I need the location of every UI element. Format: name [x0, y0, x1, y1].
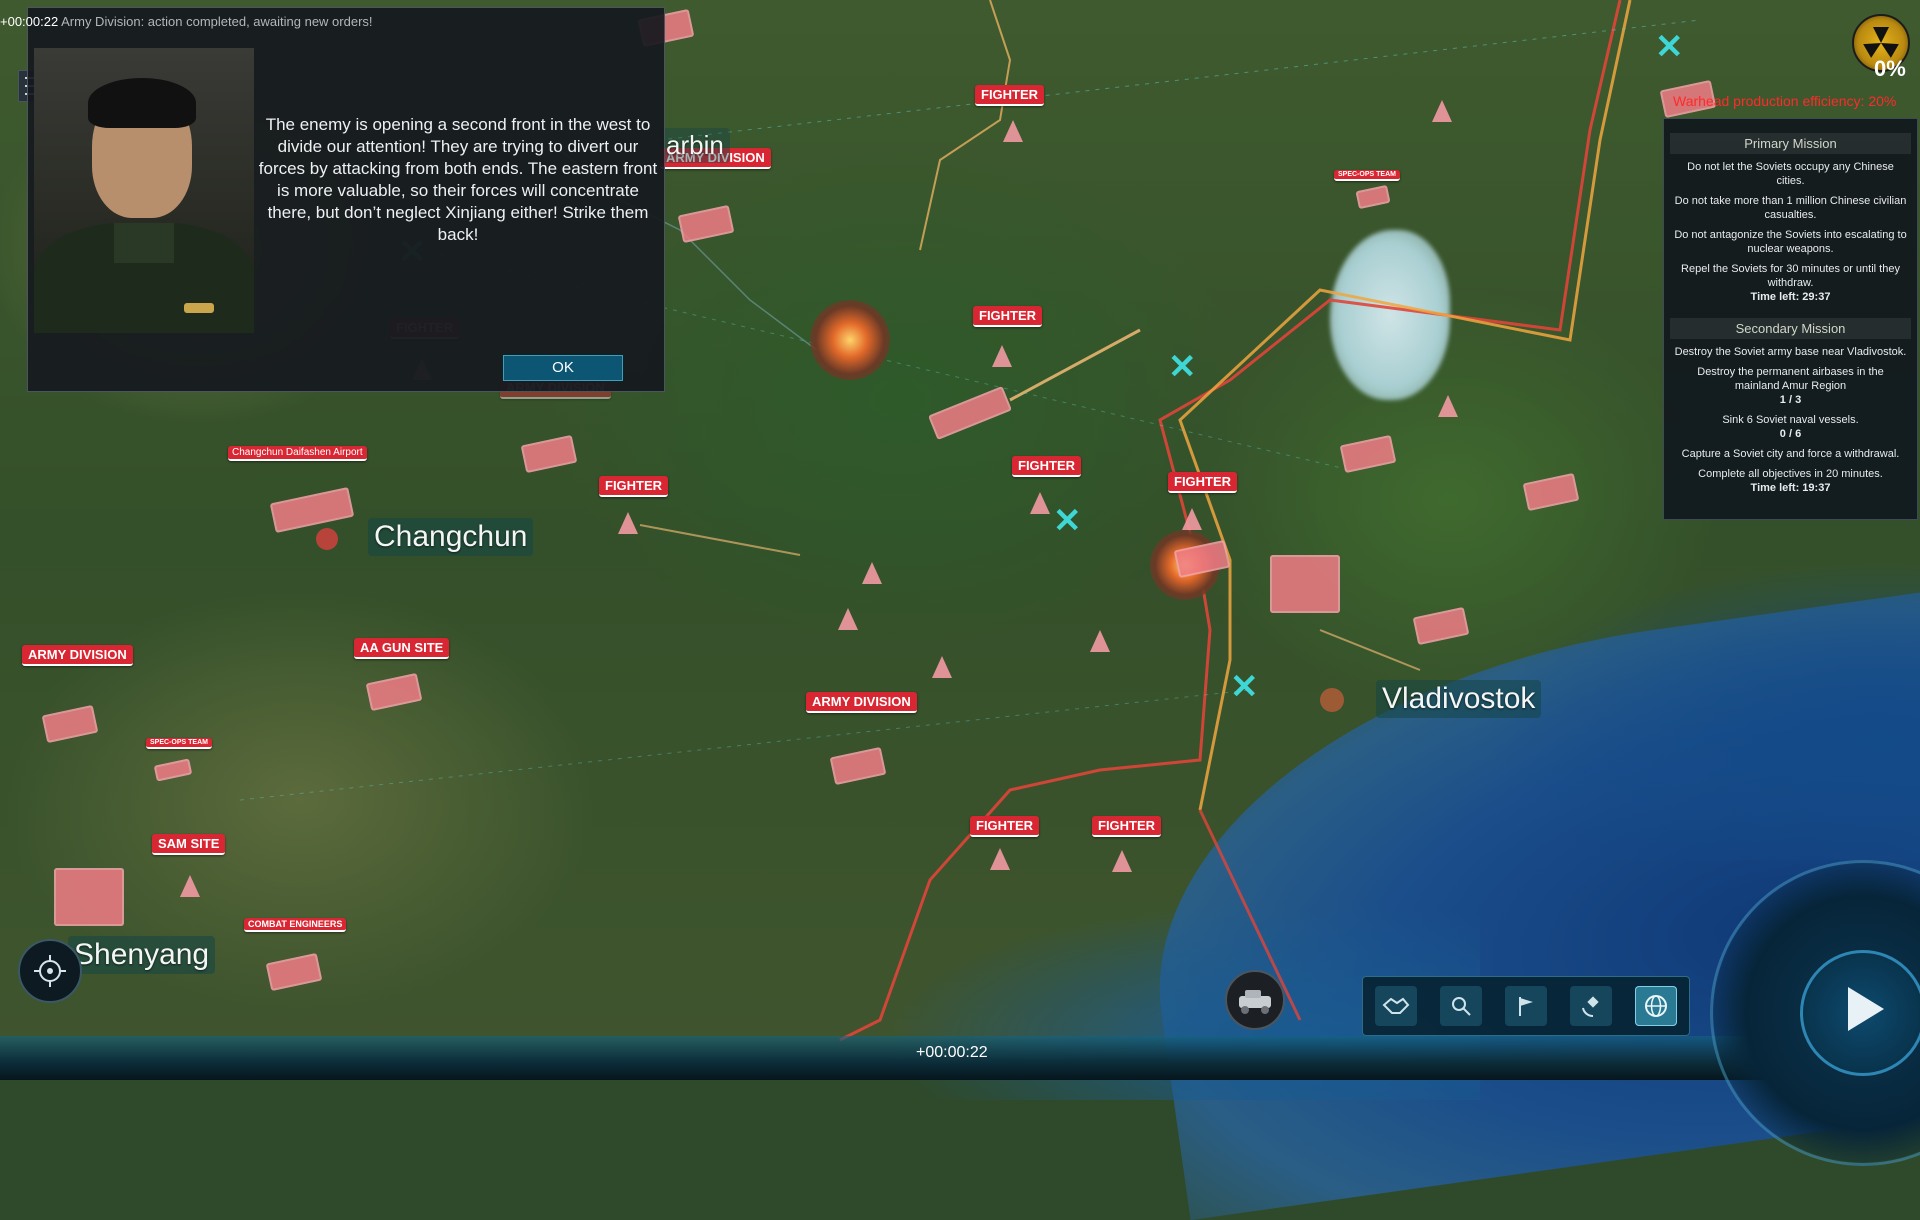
fighter-label[interactable]: FIGHTER	[973, 306, 1043, 327]
mission-item: Capture a Soviet city and force a withdr…	[1681, 448, 1900, 460]
portrait-hair	[88, 78, 196, 128]
fighter-label[interactable]: FIGHTER	[1168, 472, 1238, 493]
diplomacy-button[interactable]	[1374, 986, 1417, 1026]
fighter-jet-icon[interactable]	[618, 512, 638, 534]
fighter-jet-icon[interactable]	[1112, 850, 1132, 872]
vehicle-icon	[1239, 990, 1271, 1014]
mission-time-left: Time left: 29:37	[1750, 291, 1831, 303]
dialog-message: The enemy is opening a second front in t…	[258, 115, 658, 244]
mission-progress: 1 / 3	[1779, 394, 1802, 406]
ok-button[interactable]: OK	[503, 355, 623, 381]
mission-item: Do not let the Soviets occupy any Chines…	[1687, 161, 1894, 187]
mission-item: Repel the Soviets for 30 minutes or unti…	[1674, 262, 1907, 304]
fighter-label[interactable]: FIGHTER	[970, 816, 1040, 837]
toolbar	[1362, 976, 1690, 1036]
insignia-icon	[184, 303, 214, 313]
globe-icon	[1645, 995, 1668, 1017]
city-marker	[316, 528, 338, 550]
airport-label[interactable]: Changchun Daifashen Airport	[228, 446, 367, 461]
globe-button[interactable]	[1635, 986, 1678, 1026]
secondary-mission-title: Secondary Mission	[1670, 318, 1911, 339]
fighter-jet-icon[interactable]	[1030, 492, 1050, 514]
center-view-button[interactable]	[18, 939, 82, 1003]
nuke-percent: 0%	[1874, 56, 1906, 81]
target-marker[interactable]: ✕	[1168, 350, 1197, 384]
satellite-button[interactable]	[1570, 986, 1613, 1026]
mission-item: Destroy the permanent airbases in the ma…	[1674, 365, 1907, 407]
mission-item: Do not antagonize the Soviets into escal…	[1674, 229, 1907, 255]
fighter-jet-icon[interactable]	[180, 875, 200, 897]
event-log: +00:00:22 Army Division: action complete…	[0, 14, 373, 29]
fighter-label[interactable]: FIGHTER	[1012, 456, 1082, 477]
vehicle-button[interactable]	[1225, 970, 1285, 1030]
spec-ops-label[interactable]: SPEC-OPS TEAM	[146, 738, 212, 749]
fighter-jet-icon[interactable]	[992, 345, 1012, 367]
missions-panel: Primary Mission Do not let the Soviets o…	[1663, 118, 1918, 520]
mission-progress: 0 / 6	[1779, 428, 1802, 440]
handshake-icon	[1382, 997, 1409, 1014]
fighter-jet-icon[interactable]	[1182, 508, 1202, 530]
city-vladivostok[interactable]: Vladivostok	[1376, 680, 1542, 718]
mission-item: Destroy the Soviet army base near Vladiv…	[1674, 346, 1907, 358]
target-marker[interactable]: ✕	[1053, 504, 1082, 538]
general-portrait	[34, 48, 254, 333]
combat-engineers-label[interactable]: COMBAT ENGINEERS	[244, 918, 347, 932]
primary-mission-title: Primary Mission	[1670, 133, 1911, 154]
explosion	[810, 300, 890, 380]
mission-time-left: Time left: 19:37	[1750, 482, 1831, 494]
target-marker[interactable]: ✕	[1230, 670, 1259, 704]
fighter-jet-icon[interactable]	[1438, 395, 1458, 417]
aa-gun-site-label[interactable]: AA GUN SITE	[354, 638, 450, 659]
play-icon	[1848, 987, 1884, 1031]
mission-text: Complete all objectives in 20 minutes.	[1698, 468, 1883, 480]
mission-text: Sink 6 Soviet naval vessels.	[1722, 414, 1859, 426]
mission-item: Sink 6 Soviet naval vessels. 0 / 6	[1674, 413, 1907, 441]
fighter-jet-icon[interactable]	[932, 656, 952, 678]
city-marker	[1320, 688, 1344, 712]
fighter-label[interactable]: FIGHTER	[599, 476, 669, 497]
fighter-jet-icon[interactable]	[862, 562, 882, 584]
portrait-collar	[114, 223, 174, 263]
army-division-label[interactable]: ARMY DIVISION	[22, 645, 133, 666]
flag-icon	[1518, 997, 1533, 1016]
mission-item: Do not take more than 1 million Chinese …	[1674, 195, 1907, 221]
fighter-jet-icon[interactable]	[838, 608, 858, 630]
spec-ops-label[interactable]: SPEC-OPS TEAM	[1334, 170, 1400, 181]
game-timer: +00:00:22	[916, 1044, 988, 1061]
crosshair-icon	[34, 955, 66, 987]
log-time: +00:00:22	[0, 14, 59, 29]
play-button[interactable]	[1800, 950, 1920, 1076]
flag-button[interactable]	[1504, 986, 1547, 1026]
city-changchun[interactable]: Changchun	[368, 518, 534, 556]
mission-item: Complete all objectives in 20 minutes. T…	[1674, 467, 1907, 495]
mission-text: Repel the Soviets for 30 minutes or unti…	[1681, 263, 1900, 289]
fighter-jet-icon[interactable]	[1090, 630, 1110, 652]
warhead-efficiency: Warhead production efficiency: 20%	[1673, 93, 1897, 109]
satellite-icon	[1582, 996, 1599, 1018]
fighter-jet-icon[interactable]	[1003, 120, 1023, 142]
sam-site-label[interactable]: SAM SITE	[152, 834, 226, 855]
fighter-jet-icon[interactable]	[1432, 100, 1452, 122]
army-division-label[interactable]: ARMY DIVISION	[806, 692, 917, 713]
search-icon	[1451, 997, 1471, 1016]
briefing-dialog: The enemy is opening a second front in t…	[27, 7, 665, 392]
fighter-label[interactable]: FIGHTER	[975, 85, 1045, 106]
soviet-base-unit[interactable]	[1270, 555, 1340, 613]
fighter-jet-icon[interactable]	[990, 848, 1010, 870]
target-marker[interactable]: ✕	[1655, 30, 1684, 64]
mission-text: Destroy the permanent airbases in the ma…	[1697, 366, 1884, 392]
log-message: Army Division: action completed, awaitin…	[61, 14, 373, 29]
fighter-label[interactable]: FIGHTER	[1092, 816, 1162, 837]
search-button[interactable]	[1439, 986, 1482, 1026]
sam-site-unit[interactable]	[54, 868, 124, 926]
city-harbin[interactable]: arbin	[660, 128, 730, 163]
city-shenyang[interactable]: Shenyang	[68, 936, 216, 974]
